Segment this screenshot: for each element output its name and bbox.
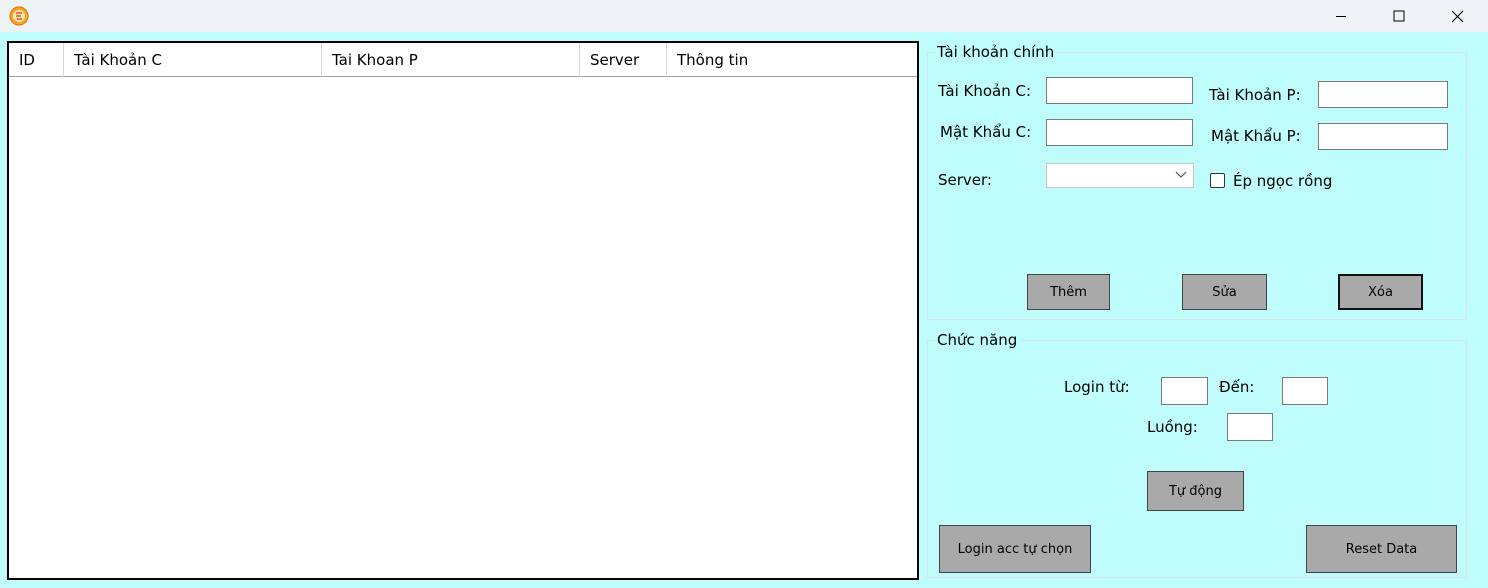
chevron-down-icon xyxy=(1175,171,1187,178)
auto-button[interactable]: Tự động xyxy=(1147,471,1244,511)
password-p-field[interactable] xyxy=(1318,123,1448,150)
to-label: Đến: xyxy=(1219,378,1255,396)
functions-group-title: Chức năng xyxy=(934,331,1021,349)
reset-data-button[interactable]: Reset Data xyxy=(1306,525,1457,573)
account-p-field[interactable] xyxy=(1318,81,1448,108)
column-header-id[interactable]: ID xyxy=(9,43,64,77)
delete-button[interactable]: Xóa xyxy=(1338,274,1423,310)
ep-ngoc-rong-label: Ép ngọc rồng xyxy=(1233,172,1333,190)
app-logo-icon xyxy=(9,6,29,26)
edit-button[interactable]: Sửa xyxy=(1182,274,1267,310)
list-header: ID Tài Khoản C Tai Khoan P Server Thông … xyxy=(9,43,917,77)
account-c-label: Tài Khoản C: xyxy=(938,82,1032,100)
column-header-account-c[interactable]: Tài Khoản C xyxy=(64,43,322,77)
password-p-label: Mật Khẩu P: xyxy=(1211,127,1301,145)
password-c-label: Mật Khẩu C: xyxy=(940,123,1032,141)
close-icon[interactable] xyxy=(1428,0,1486,32)
threads-field[interactable] xyxy=(1227,413,1273,441)
login-from-label: Login từ: xyxy=(1064,378,1130,396)
minimize-icon[interactable] xyxy=(1312,0,1370,32)
server-label: Server: xyxy=(938,171,992,189)
threads-label: Luồng: xyxy=(1147,418,1198,436)
password-c-field[interactable] xyxy=(1046,119,1193,146)
maximize-icon[interactable] xyxy=(1370,0,1428,32)
column-header-server[interactable]: Server xyxy=(580,43,667,77)
login-selected-button[interactable]: Login acc tự chọn xyxy=(939,525,1091,573)
column-header-info[interactable]: Thông tin xyxy=(667,43,917,77)
title-bar xyxy=(0,0,1488,32)
account-c-field[interactable] xyxy=(1046,77,1193,104)
add-button[interactable]: Thêm xyxy=(1027,274,1110,310)
main-account-group-title: Tài khoản chính xyxy=(934,43,1058,61)
account-list[interactable]: ID Tài Khoản C Tai Khoan P Server Thông … xyxy=(7,41,919,580)
ep-ngoc-rong-checkbox[interactable] xyxy=(1210,173,1225,188)
to-field[interactable] xyxy=(1282,377,1328,405)
login-from-field[interactable] xyxy=(1161,377,1208,405)
column-header-account-p[interactable]: Tai Khoan P xyxy=(322,43,580,77)
server-select[interactable] xyxy=(1046,163,1194,188)
account-p-label: Tài Khoản P: xyxy=(1209,86,1301,104)
